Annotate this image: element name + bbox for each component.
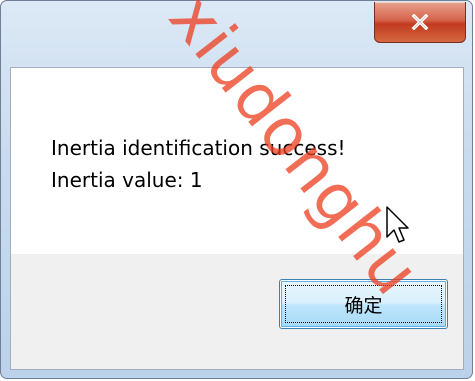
- ok-button[interactable]: 确定: [279, 279, 448, 329]
- message-line-value: Inertia value: 1: [51, 168, 203, 192]
- mouse-pointer-icon: [385, 205, 411, 249]
- close-button[interactable]: [374, 2, 466, 43]
- message-dialog: Inertia identification success! Inertia …: [0, 0, 473, 379]
- message-text: Inertia identification success! Inertia …: [51, 132, 346, 196]
- title-bar[interactable]: [1, 1, 472, 63]
- message-line-success: Inertia identification success!: [51, 136, 346, 160]
- ok-button-label: 确定: [344, 294, 383, 317]
- close-x-icon: [410, 14, 430, 30]
